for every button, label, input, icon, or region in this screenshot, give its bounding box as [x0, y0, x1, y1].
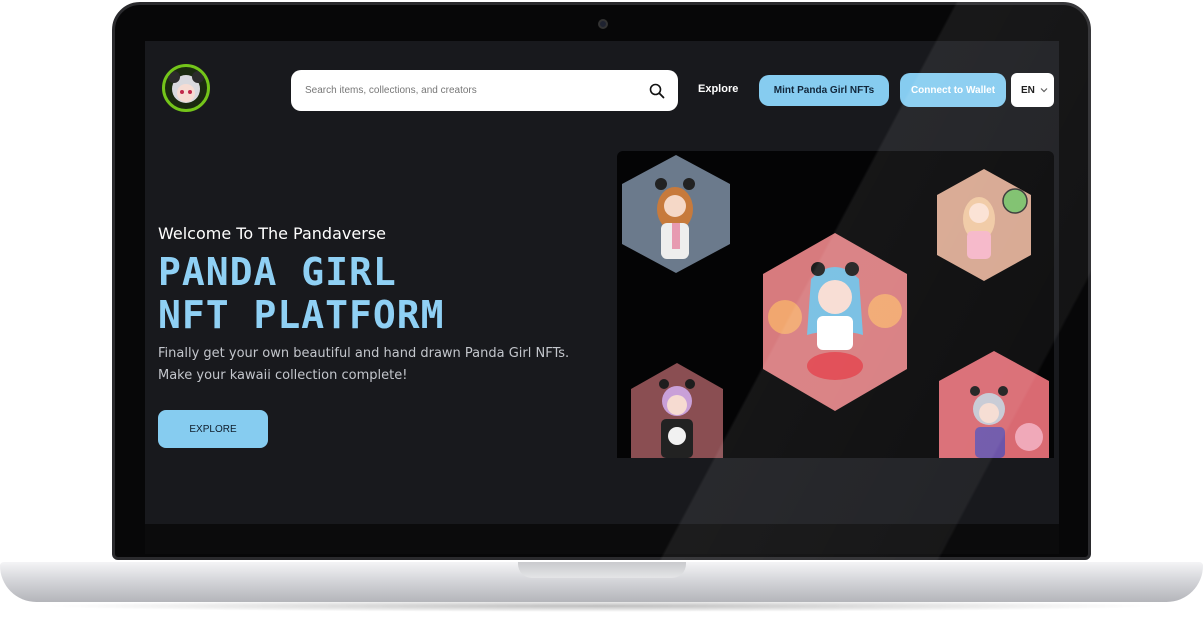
- nft-card-4[interactable]: [631, 363, 723, 458]
- hero-description-line1: Finally get your own beautiful and hand …: [158, 346, 570, 361]
- panda-girl-logo[interactable]: [162, 64, 210, 112]
- nft-card-3[interactable]: [763, 233, 907, 411]
- hero-description-line2: Make your kawaii collection complete!: [158, 368, 408, 383]
- connect-wallet-button[interactable]: Connect to Wallet: [900, 73, 1006, 107]
- mint-nfts-button[interactable]: Mint Panda Girl NFTs: [759, 75, 889, 106]
- nav-explore-link[interactable]: Explore: [698, 83, 738, 95]
- nft-card-2[interactable]: [937, 169, 1031, 281]
- search-icon[interactable]: [649, 83, 665, 99]
- language-select[interactable]: EN: [1011, 73, 1054, 107]
- language-label: EN: [1021, 84, 1035, 96]
- hero-title: PANDA GIRL NFT PLATFORM: [158, 251, 445, 337]
- nft-card-1[interactable]: [622, 155, 730, 273]
- hero-title-line2: NFT PLATFORM: [158, 293, 445, 337]
- hero-description: Finally get your own beautiful and hand …: [158, 343, 569, 387]
- hero-title-line1: PANDA GIRL: [158, 250, 397, 294]
- screen-bezel-bottom: [145, 524, 1059, 554]
- welcome-heading: Welcome To The Pandaverse: [158, 224, 386, 243]
- nft-gallery: [617, 151, 1054, 458]
- website-screen: Explore Mint Panda Girl NFTs Connect to …: [145, 41, 1059, 524]
- search-bar[interactable]: [291, 70, 678, 111]
- laptop-opening-notch: [518, 562, 686, 578]
- search-input[interactable]: [303, 70, 633, 111]
- chevron-down-icon: [1040, 88, 1048, 93]
- webcam: [598, 19, 608, 29]
- nft-card-5[interactable]: [939, 351, 1049, 458]
- explore-cta-button[interactable]: EXPLORE: [158, 410, 268, 448]
